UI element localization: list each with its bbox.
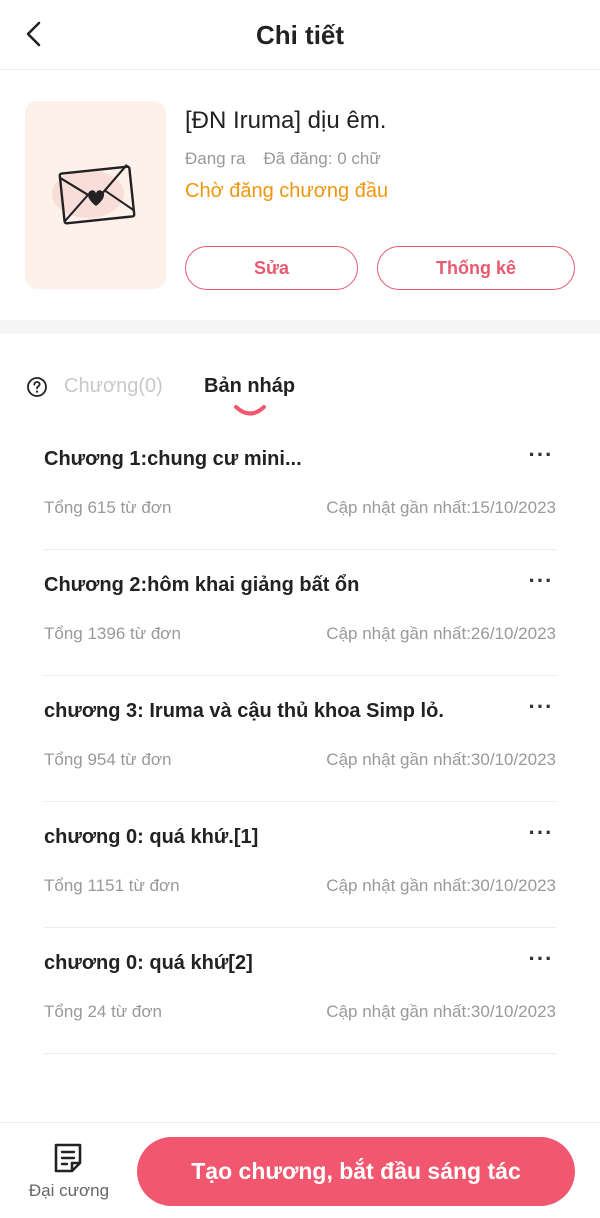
back-button[interactable] bbox=[14, 14, 54, 54]
more-options-button[interactable]: ··· bbox=[526, 440, 556, 470]
draft-word-count: Tổng 954 từ đơn bbox=[44, 750, 172, 769]
book-meta: Đang ra Đã đăng: 0 chữ bbox=[185, 149, 381, 169]
section-divider bbox=[0, 320, 600, 334]
more-options-button[interactable]: ··· bbox=[526, 944, 556, 974]
book-title: [ĐN Iruma] dịu êm. bbox=[185, 107, 387, 134]
envelope-heart-icon bbox=[51, 163, 135, 225]
more-options-button[interactable]: ··· bbox=[526, 566, 556, 596]
draft-word-count: Tổng 1396 từ đơn bbox=[44, 624, 181, 643]
document-lines-icon bbox=[54, 1143, 82, 1173]
draft-item[interactable]: chương 3: Iruma và cậu thủ khoa Simp lỏ.… bbox=[44, 676, 556, 802]
active-tab-indicator bbox=[234, 405, 266, 416]
published-word-count: Đã đăng: 0 chữ bbox=[263, 149, 381, 168]
tab-drafts[interactable]: Bản nháp bbox=[204, 375, 295, 398]
edit-button[interactable]: Sửa bbox=[185, 246, 358, 290]
draft-title: chương 3: Iruma và cậu thủ khoa Simp lỏ. bbox=[44, 700, 444, 722]
draft-word-count: Tổng 24 từ đơn bbox=[44, 1002, 162, 1021]
create-chapter-button[interactable]: Tạo chương, bắt đầu sáng tác bbox=[137, 1137, 575, 1206]
publish-status: Chờ đăng chương đầu bbox=[185, 180, 389, 202]
question-circle-icon[interactable] bbox=[26, 376, 48, 398]
tab-bar: Chương(0) Bản nháp bbox=[0, 334, 600, 424]
outline-button[interactable]: Đại cương bbox=[16, 1137, 122, 1209]
draft-title: Chương 1:chung cư mini... bbox=[44, 448, 302, 470]
draft-word-count: Tổng 1151 từ đơn bbox=[44, 876, 180, 895]
outline-label: Đại cương bbox=[28, 1181, 110, 1200]
draft-updated: Cập nhật gần nhất:30/10/2023 bbox=[326, 1002, 556, 1021]
draft-updated: Cập nhật gần nhất:30/10/2023 bbox=[326, 876, 556, 895]
tab-chapters[interactable]: Chương(0) bbox=[64, 375, 163, 398]
draft-list: Chương 1:chung cư mini... ··· Tổng 615 t… bbox=[44, 424, 556, 1054]
draft-item[interactable]: Chương 1:chung cư mini... ··· Tổng 615 t… bbox=[44, 424, 556, 550]
draft-title: chương 0: quá khứ.[1] bbox=[44, 826, 259, 848]
draft-updated: Cập nhật gần nhất:30/10/2023 bbox=[326, 750, 556, 769]
draft-item[interactable]: chương 0: quá khứ[2] ··· Tổng 24 từ đơn … bbox=[44, 928, 556, 1054]
serial-status: Đang ra bbox=[185, 149, 246, 168]
draft-word-count: Tổng 615 từ đơn bbox=[44, 498, 172, 517]
draft-item[interactable]: chương 0: quá khứ.[1] ··· Tổng 1151 từ đ… bbox=[44, 802, 556, 928]
more-options-button[interactable]: ··· bbox=[526, 818, 556, 848]
app-header: Chi tiết bbox=[0, 0, 600, 70]
draft-item[interactable]: Chương 2:hôm khai giảng bất ổn ··· Tổng … bbox=[44, 550, 556, 676]
book-cover[interactable] bbox=[25, 101, 166, 289]
draft-title: chương 0: quá khứ[2] bbox=[44, 952, 253, 974]
chevron-left-icon bbox=[26, 21, 41, 47]
statistics-button[interactable]: Thống kê bbox=[377, 246, 575, 290]
draft-updated: Cập nhật gần nhất:15/10/2023 bbox=[326, 498, 556, 517]
book-info-card: [ĐN Iruma] dịu êm. Đang ra Đã đăng: 0 chữ… bbox=[0, 70, 600, 320]
bottom-action-bar: Đại cương Tạo chương, bắt đầu sáng tác bbox=[0, 1122, 600, 1218]
more-options-button[interactable]: ··· bbox=[526, 692, 556, 722]
draft-title: Chương 2:hôm khai giảng bất ổn bbox=[44, 574, 360, 596]
draft-updated: Cập nhật gần nhất:26/10/2023 bbox=[326, 624, 556, 643]
page-title: Chi tiết bbox=[255, 20, 345, 50]
